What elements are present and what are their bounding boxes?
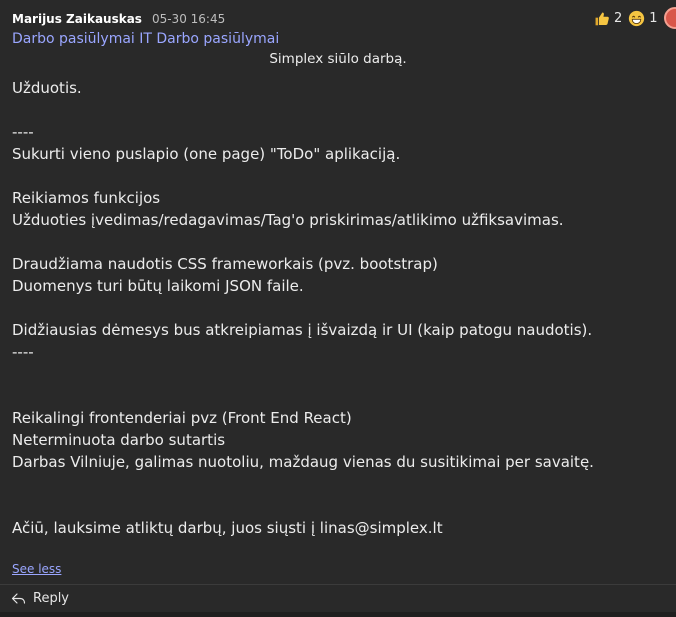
message-footer: Reply — [0, 584, 676, 612]
body-line: Didžiausias dėmesys bus atkreipiamas į i… — [12, 321, 593, 339]
laugh-count: 1 — [649, 11, 658, 26]
reaction-laugh[interactable]: 1 — [628, 10, 658, 27]
like-count: 2 — [614, 11, 623, 26]
message-body: Simplex siūlo darbą. Užduotis. ---- Suku… — [12, 49, 662, 539]
reply-button[interactable]: Reply — [11, 591, 69, 606]
laughing-face-icon — [629, 10, 645, 27]
message-subject[interactable]: Darbo pasiūlymai IT Darbo pasiūlymai — [12, 31, 279, 47]
message-header: Marijus Zaikauskas 05-30 16:45 — [12, 12, 225, 30]
intro-line: Simplex siūlo darbą. — [269, 51, 407, 67]
body-line: Reikiamos funkcijos — [12, 189, 161, 207]
body-line: Ačiū, lauksime atliktų darbų, juos siųst… — [12, 519, 443, 537]
message-card: Marijus Zaikauskas 05-30 16:45 2 1 Darbo… — [0, 0, 676, 617]
body-line: ---- — [12, 123, 34, 141]
body-line: Darbas Vilniuje, galimas nuotoliu, mažda… — [12, 453, 594, 471]
reply-label: Reply — [33, 591, 70, 606]
reaction-like[interactable]: 2 — [593, 10, 622, 27]
body-line: Neterminuota darbo sutartis — [12, 431, 226, 449]
message-timestamp: 05-30 16:45 — [151, 12, 226, 26]
body-line: Draudžiama naudotis CSS frameworkais (pv… — [12, 255, 438, 273]
see-less-link[interactable]: See less — [12, 562, 61, 576]
more-reactions-icon[interactable] — [664, 7, 676, 29]
reactions-bar: 2 1 — [593, 10, 658, 27]
thumbs-up-icon — [595, 12, 609, 26]
body-line: ---- — [12, 343, 34, 361]
bottom-divider — [0, 612, 676, 617]
body-line: Reikalingi frontenderiai pvz (Front End … — [12, 409, 352, 427]
body-line: Užduoties įvedimas/redagavimas/Tag'o pri… — [12, 211, 564, 229]
body-line: Duomenys turi būtų laikomi JSON faile. — [12, 277, 304, 295]
author-name[interactable]: Marijus Zaikauskas — [12, 12, 142, 26]
body-line: Sukurti vieno puslapio (one page) "ToDo"… — [12, 145, 401, 163]
body-line: Užduotis. — [12, 79, 82, 97]
reply-arrow-icon — [11, 592, 26, 604]
